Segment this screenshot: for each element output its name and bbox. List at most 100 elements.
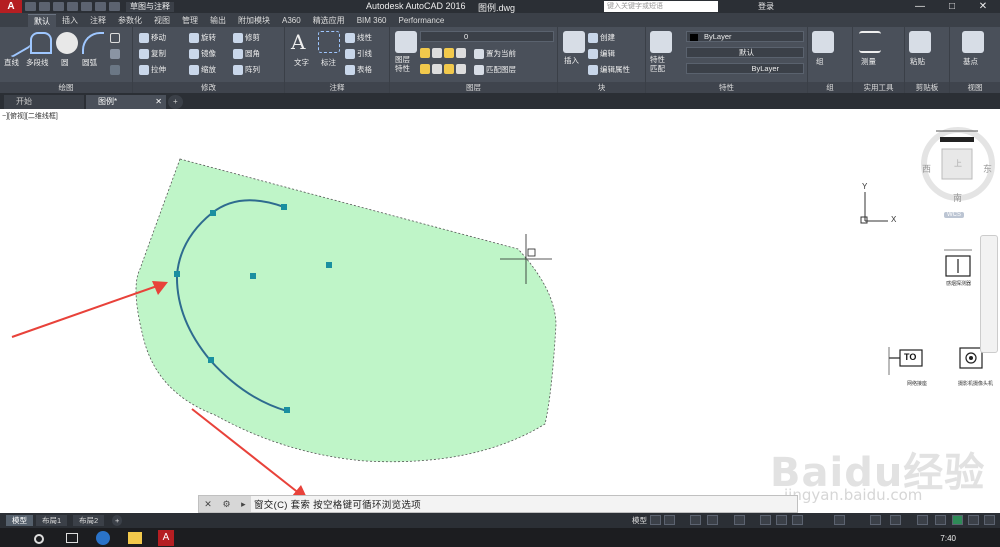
lineweight-dropdown[interactable]: ByLayer <box>686 63 804 74</box>
utilities-group-label[interactable]: 实用工具 <box>853 82 904 93</box>
save-icon[interactable] <box>53 2 64 11</box>
set-current-button[interactable]: 置为当前 <box>474 48 516 59</box>
tab-annotate[interactable]: 注释 <box>84 14 112 27</box>
snap-icon[interactable] <box>664 515 675 525</box>
tab-manage[interactable]: 管理 <box>176 14 204 27</box>
viewcube-west[interactable]: 西 <box>922 162 931 175</box>
arc-grip-center[interactable] <box>250 273 256 279</box>
circle-icon[interactable] <box>56 32 78 54</box>
camera-symbol[interactable] <box>959 347 983 369</box>
app-menu-button[interactable]: A <box>0 0 22 13</box>
wrench-icon[interactable]: ⚙ <box>222 499 230 510</box>
edit-block-button[interactable]: 编辑 <box>588 48 615 59</box>
layer-properties-button[interactable]: 图层 特性 <box>395 55 410 73</box>
match-properties-icon[interactable] <box>650 31 672 53</box>
arc-grip-start[interactable] <box>210 210 216 216</box>
layer-state-icon[interactable] <box>420 64 468 74</box>
start-search-icon[interactable] <box>34 534 44 544</box>
open-file-icon[interactable] <box>39 2 50 11</box>
otrack-icon[interactable] <box>760 515 771 525</box>
linetype-dropdown[interactable]: 默认 <box>686 47 804 58</box>
search-input[interactable]: 键入关键字或短语 <box>604 1 718 12</box>
text-button[interactable]: 文字 <box>294 57 309 68</box>
lineweight-icon[interactable] <box>776 515 787 525</box>
block-group-label[interactable]: 块 <box>558 82 645 93</box>
new-file-icon[interactable] <box>25 2 36 11</box>
command-line[interactable]: ✕ ⚙ ▸ 窗交(C) 套索 按空格键可循环浏览选项 <box>198 495 798 513</box>
arc-button[interactable]: 圆弧 <box>82 57 97 68</box>
draw-group-label[interactable]: 绘图 <box>0 82 132 93</box>
arc-grip-mid[interactable] <box>174 271 180 277</box>
leader-button[interactable]: 引线 <box>345 48 372 59</box>
redo-icon[interactable] <box>109 2 120 11</box>
dimension-button[interactable]: 标注 <box>321 57 336 68</box>
groups-group-label[interactable]: 组 <box>808 82 852 93</box>
polar-icon[interactable] <box>707 515 718 525</box>
polyline-button[interactable]: 多段线 <box>26 57 49 68</box>
wcs-menu[interactable]: WCS <box>944 212 964 218</box>
new-tab-button[interactable]: + <box>168 95 183 109</box>
tab-addins[interactable]: 附加模块 <box>232 14 276 27</box>
file-explorer-icon[interactable] <box>128 532 142 544</box>
smoke-detector-symbol[interactable] <box>944 249 972 277</box>
arc-grip-end-top[interactable] <box>281 204 287 210</box>
modify-group-label[interactable]: 修改 <box>133 82 284 93</box>
arc-grip-extra[interactable] <box>326 262 332 268</box>
hardware-acceleration-icon[interactable] <box>952 515 963 525</box>
table-button[interactable]: 表格 <box>345 64 372 75</box>
measure-button[interactable]: 测量 <box>861 56 876 67</box>
rectangle-icon[interactable] <box>110 33 122 43</box>
viewcube-south[interactable]: 南 <box>953 191 962 204</box>
measure-icon[interactable] <box>859 31 881 53</box>
paste-button[interactable]: 粘贴 <box>910 56 925 67</box>
group-icon[interactable] <box>812 31 834 53</box>
tab-parametric[interactable]: 参数化 <box>112 14 148 27</box>
layer-tools-icon[interactable] <box>420 48 468 58</box>
fillet-button[interactable]: 圆角 <box>233 48 260 59</box>
edit-attribute-button[interactable]: 编辑属性 <box>588 64 630 75</box>
osnap-icon[interactable] <box>734 515 745 525</box>
viewcube-top[interactable]: 上 <box>954 158 962 169</box>
annotation-visibility-icon[interactable] <box>870 515 881 525</box>
workspace-selector[interactable]: 草图与注释 <box>126 1 174 12</box>
maximize-button[interactable]: □ <box>937 0 967 13</box>
insert-icon[interactable] <box>563 31 585 53</box>
layer-properties-icon[interactable] <box>395 31 417 53</box>
tab-output[interactable]: 输出 <box>204 14 232 27</box>
rotate-button[interactable]: 旋转 <box>189 32 216 43</box>
close-icon[interactable]: ✕ <box>204 499 212 510</box>
view-group-label[interactable]: 视图 <box>950 82 1000 93</box>
group-button[interactable]: 组 <box>816 56 824 67</box>
base-view-icon[interactable] <box>962 31 984 53</box>
minimize-button[interactable]: — <box>905 0 935 13</box>
tab-layout1[interactable]: 布局1 <box>36 515 68 526</box>
match-properties-button[interactable]: 特性 匹配 <box>650 55 665 73</box>
line-icon[interactable] <box>0 27 32 59</box>
tab-model[interactable]: 模型 <box>6 515 33 526</box>
annotation-group-label[interactable]: 注释 <box>285 82 389 93</box>
new-layout-button[interactable]: + <box>112 515 123 526</box>
arc-grip-end[interactable] <box>284 407 290 413</box>
clipboard-group-label[interactable]: 剪贴板 <box>905 82 949 93</box>
grid-icon[interactable] <box>650 515 661 525</box>
move-button[interactable]: 移动 <box>139 32 166 43</box>
login-button[interactable]: 登录 <box>758 1 774 12</box>
autocad-taskbar-icon[interactable]: A <box>158 530 174 546</box>
gradient-icon[interactable] <box>110 65 122 75</box>
ortho-icon[interactable] <box>690 515 701 525</box>
stretch-button[interactable]: 拉伸 <box>139 64 166 75</box>
clock[interactable]: 7:40 <box>940 534 956 543</box>
layers-group-label[interactable]: 图层 <box>390 82 557 93</box>
scale-button[interactable]: 缩放 <box>189 64 216 75</box>
task-view-icon[interactable] <box>66 533 78 543</box>
copy-button[interactable]: 复制 <box>139 48 166 59</box>
arc-grip-lower[interactable] <box>208 357 214 363</box>
close-button[interactable]: ✕ <box>968 0 998 13</box>
trim-button[interactable]: 修剪 <box>233 32 260 43</box>
viewcube-east[interactable]: 东 <box>983 162 992 175</box>
browser-icon[interactable] <box>96 531 110 545</box>
tab-performance[interactable]: Performance <box>392 14 450 27</box>
color-dropdown[interactable]: ByLayer <box>686 31 804 42</box>
array-button[interactable]: 阵列 <box>233 64 260 75</box>
base-view-button[interactable]: 基点 <box>963 56 978 67</box>
